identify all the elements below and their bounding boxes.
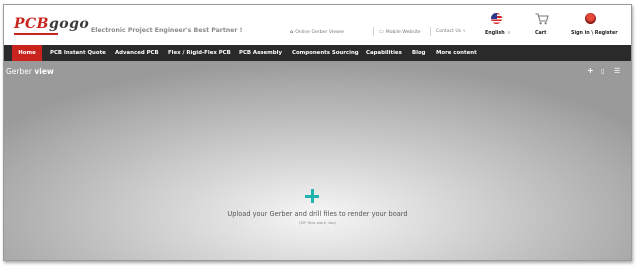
- nav-pcb-assembly[interactable]: PCB Assembly: [239, 45, 282, 61]
- nav-advanced-pcb[interactable]: Advanced PCB: [115, 45, 159, 61]
- nav-flex-rigid-flex-pcb[interactable]: Flex / Rigid-Flex PCB: [168, 45, 231, 61]
- nav-home[interactable]: Home: [12, 45, 42, 61]
- viewer-title: Gerber view: [6, 67, 54, 76]
- main-nav: Home PCB Instant Quote Advanced PCB Flex…: [4, 45, 631, 61]
- contact-us-link[interactable]: Contact Us ∨: [436, 29, 466, 34]
- pcbgogo-logo[interactable]: PCBgogo: [14, 16, 89, 38]
- account-menu[interactable]: Sign in \ Register: [567, 13, 631, 43]
- logo-main: PCB: [14, 16, 50, 32]
- settings-sliders-icon[interactable]: ☰: [614, 67, 620, 75]
- chevron-down-icon: ∨: [507, 30, 511, 36]
- viewer-title-bold: view: [34, 67, 54, 76]
- home-icon: ⌂: [290, 29, 294, 35]
- mobile-website-link[interactable]: ▭ Mobile Website: [379, 29, 421, 35]
- add-icon[interactable]: +: [587, 67, 594, 75]
- gerber-viewer-label: Online Gerber Viewer: [295, 30, 345, 35]
- nav-capabilities[interactable]: Capabilities: [366, 45, 402, 61]
- online-gerber-viewer-link[interactable]: ⌂ Online Gerber Viewer: [290, 29, 344, 35]
- mobile-icon: ▭: [379, 29, 384, 35]
- us-flag-icon: [491, 13, 502, 24]
- tagline: Electronic Project Engineer's Best Partn…: [91, 27, 243, 34]
- viewer-title-prefix: Gerber: [6, 67, 32, 76]
- chevron-down-icon: ∨: [462, 29, 466, 34]
- divider: [430, 27, 431, 36]
- divider: [373, 27, 374, 36]
- gerber-viewer-canvas[interactable]: Gerber view + ▯ ☰ Upload your Gerber and…: [4, 61, 631, 260]
- contact-us-label: Contact Us: [436, 29, 462, 34]
- cart-button[interactable]: Cart: [531, 13, 555, 43]
- top-header: PCBgogo Electronic Project Engineer's Be…: [4, 5, 631, 45]
- nav-pcb-instant-quote[interactable]: PCB Instant Quote: [50, 45, 106, 61]
- nav-components-sourcing[interactable]: Components Sourcing: [292, 45, 359, 61]
- logo-underline: [14, 33, 58, 35]
- upload-hint: (ZIP files work, too): [299, 220, 336, 225]
- upload-instructions[interactable]: Upload your Gerber and drill files to re…: [4, 210, 631, 218]
- logo-accent: gogo: [49, 16, 90, 32]
- nav-blog[interactable]: Blog: [412, 45, 426, 61]
- language-label: English: [485, 31, 505, 36]
- mobile-website-label: Mobile Website: [385, 30, 421, 35]
- language-selector[interactable]: English ∨: [482, 13, 512, 43]
- signin-register-link[interactable]: Sign in \ Register: [571, 31, 618, 36]
- nav-more-content[interactable]: More content: [436, 45, 477, 61]
- cart-icon: [535, 13, 549, 25]
- cart-label: Cart: [535, 31, 547, 36]
- plus-icon[interactable]: [305, 189, 319, 203]
- avatar: [585, 13, 596, 24]
- browser-page: PCBgogo Electronic Project Engineer's Be…: [3, 4, 632, 261]
- file-icon[interactable]: ▯: [601, 68, 604, 76]
- logo-wordmark: PCBgogo: [14, 16, 89, 32]
